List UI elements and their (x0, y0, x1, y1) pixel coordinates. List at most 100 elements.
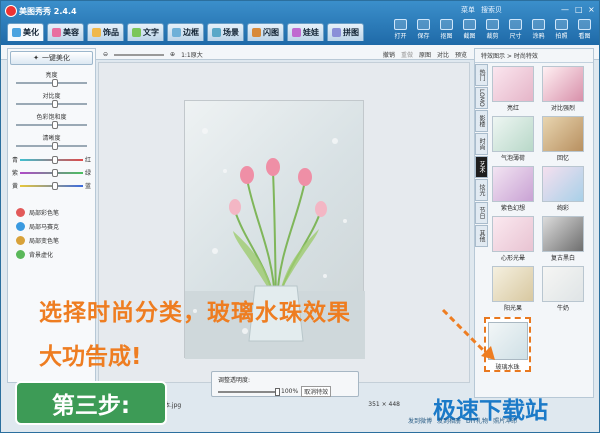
color-left-label: 黄 (12, 183, 19, 190)
tab-2[interactable]: 美容 (47, 23, 84, 41)
tool-label: 抠图 (440, 33, 453, 40)
color-slider[interactable]: 黄蓝 (12, 181, 91, 190)
maximize-button[interactable]: □ (575, 5, 583, 14)
effect-item[interactable]: 心形光晕 (490, 216, 536, 262)
undo-button[interactable]: 撤销 (383, 50, 395, 59)
effect-item[interactable]: 牛奶 (540, 266, 586, 312)
slider-knob[interactable] (51, 121, 58, 129)
color-slider[interactable]: 紫绿 (12, 168, 91, 177)
category-tab[interactable]: LOMO (475, 87, 488, 109)
tool-label: 保存 (417, 33, 430, 40)
image-size: 351 × 448 (368, 401, 400, 408)
slider-knob[interactable] (51, 181, 58, 190)
close-button[interactable]: × (588, 5, 595, 14)
tab-7[interactable]: 闪图 (247, 23, 284, 41)
preview-button[interactable]: 预览 (455, 50, 467, 59)
category-tab[interactable]: 影楼 (475, 110, 488, 132)
tool-5[interactable]: 裁剪 (484, 19, 501, 40)
tab-icon (132, 28, 141, 37)
glass-drop-label: 玻璃水珠 (495, 364, 520, 371)
tab-icon (12, 28, 21, 37)
category-tab[interactable]: 艺术 (475, 156, 488, 178)
share-link[interactable]: 发到相册 (437, 416, 461, 425)
tool-9[interactable]: 看图 (576, 19, 593, 40)
share-link[interactable]: DIY礼物 (466, 416, 488, 425)
effect-item[interactable]: 气泡薄荷 (490, 116, 536, 162)
tool-icon (555, 19, 568, 30)
category-tab[interactable]: 热门 (475, 64, 488, 86)
menu-link[interactable]: 菜单 (461, 5, 475, 15)
instruction-line1: 选择时尚分类，玻璃水珠效果 (39, 300, 351, 326)
tab-3[interactable]: 饰品 (87, 23, 124, 41)
help-link[interactable]: 搜索贝 (481, 5, 502, 15)
zoom-label[interactable]: 1:1原大 (181, 50, 203, 59)
tab-4[interactable]: 文字 (127, 23, 164, 41)
category-tab[interactable]: 节日 (475, 202, 488, 224)
slider-knob[interactable] (51, 100, 58, 108)
effect-thumbnail (542, 116, 584, 152)
app-title: 美图秀秀 2.4.4 (19, 7, 77, 16)
local-tool-4[interactable]: 背景虚化 (16, 250, 87, 259)
compare-button[interactable]: 对比 (437, 50, 449, 59)
adjust-slider[interactable] (16, 79, 87, 87)
effect-label: 牛奶 (556, 305, 569, 312)
tab-6[interactable]: 场景 (207, 23, 244, 41)
tool-icon (578, 19, 591, 30)
effect-label: 气泡薄荷 (500, 155, 525, 162)
effect-item[interactable]: 复古黑白 (540, 216, 586, 262)
tab-1[interactable]: 美化 (7, 23, 44, 41)
effect-item[interactable]: 紫色幻想 (490, 166, 536, 212)
effect-item[interactable]: 回忆 (540, 116, 586, 162)
effect-thumbnail (492, 266, 534, 302)
tool-2[interactable]: 保存 (415, 19, 432, 40)
zoom-out-icon[interactable]: ⊖ (103, 51, 108, 58)
onekey-button[interactable]: ✦ 一键美化 (10, 51, 93, 65)
tab-9[interactable]: 拼图 (327, 23, 364, 41)
right-toolbar: 打开 保存 抠图 截图 裁剪 尺寸 涂鸦 拍照 看图 (392, 19, 593, 40)
tool-3[interactable]: 抠图 (438, 19, 455, 40)
canvas-toolbar: ⊖ ⊕ 1:1原大 撤销 重做 原图 对比 预览 (99, 48, 471, 61)
tab-label: 拼图 (343, 28, 359, 37)
original-button[interactable]: 原图 (419, 50, 431, 59)
color-right-label: 绿 (84, 170, 91, 177)
effect-label: 紫色幻想 (500, 205, 525, 212)
tool-4[interactable]: 截图 (461, 19, 478, 40)
tab-icon (172, 28, 181, 37)
tool-7[interactable]: 涂鸦 (530, 19, 547, 40)
color-slider[interactable]: 青红 (12, 155, 91, 164)
minimize-button[interactable]: — (561, 5, 569, 14)
effect-item[interactable]: 绚彩 (540, 166, 586, 212)
category-tab[interactable]: 炫光 (475, 179, 488, 201)
slider-knob[interactable] (51, 142, 58, 150)
tab-5[interactable]: 边框 (167, 23, 204, 41)
opacity-slider[interactable] (218, 387, 280, 396)
slider-knob[interactable] (51, 168, 58, 177)
tool-6[interactable]: 尺寸 (507, 19, 524, 40)
tab-icon (92, 28, 101, 37)
tab-8[interactable]: 娃娃 (287, 23, 324, 41)
local-tool-3[interactable]: 局部变色笔 (16, 236, 87, 245)
slider-knob[interactable] (51, 155, 58, 164)
share-link[interactable]: 照片冲印 (493, 416, 517, 425)
local-tool-2[interactable]: 局部马赛克 (16, 222, 87, 231)
local-tool-1[interactable]: 局部彩色笔 (16, 208, 87, 217)
tool-8[interactable]: 拍照 (553, 19, 570, 40)
cancel-effect-button[interactable]: 取消特效 (301, 386, 332, 397)
zoom-slider[interactable] (114, 53, 165, 56)
opacity-value: 100% (281, 388, 299, 395)
tool-icon (463, 19, 476, 30)
adjust-slider[interactable] (16, 100, 87, 108)
adjust-slider[interactable] (16, 142, 87, 150)
category-tab[interactable]: 其他 (475, 225, 488, 247)
adjust-slider[interactable] (16, 121, 87, 129)
effect-item[interactable]: 对比强烈 (540, 66, 586, 112)
slider-knob[interactable] (51, 79, 58, 87)
effect-item[interactable]: 亮红 (490, 66, 536, 112)
category-tab[interactable]: 时尚 (475, 133, 488, 155)
redo-button[interactable]: 重做 (401, 50, 413, 59)
opacity-knob[interactable] (275, 387, 280, 396)
effect-label: 亮红 (506, 105, 519, 112)
zoom-in-icon[interactable]: ⊕ (170, 51, 175, 58)
share-link[interactable]: 发到微博 (408, 416, 432, 425)
tool-1[interactable]: 打开 (392, 19, 409, 40)
